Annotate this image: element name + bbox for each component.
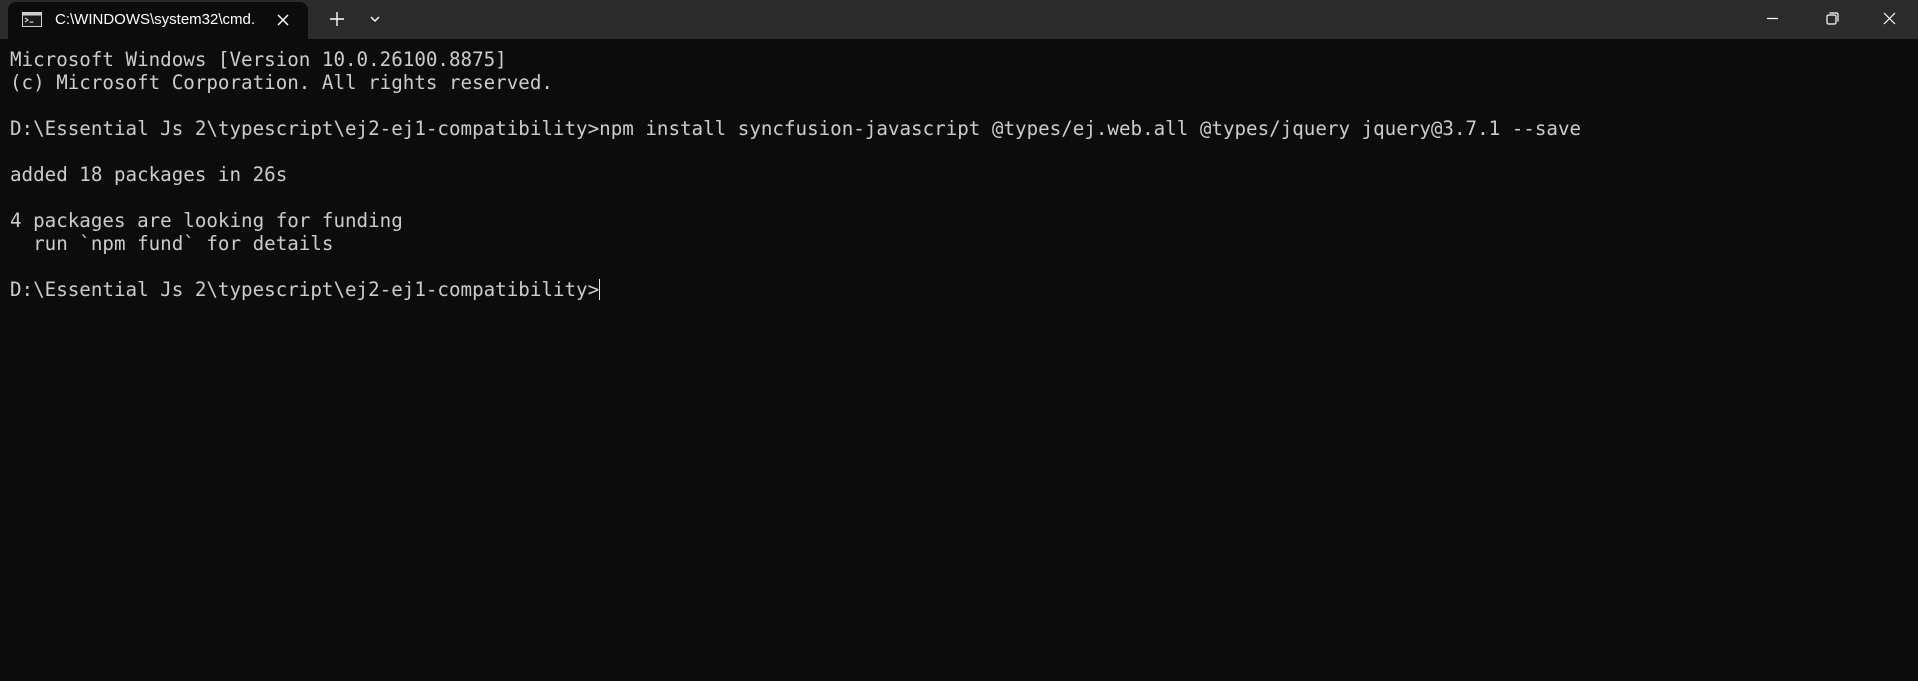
minimize-button[interactable] xyxy=(1745,0,1803,38)
terminal-line: 4 packages are looking for funding xyxy=(10,209,403,232)
terminal-line: Microsoft Windows [Version 10.0.26100.88… xyxy=(10,48,507,71)
tab-title: C:\WINDOWS\system32\cmd. xyxy=(55,11,256,28)
terminal-line: D:\Essential Js 2\typescript\ej2-ej1-com… xyxy=(10,117,1582,140)
tab-cmd[interactable]: C:\WINDOWS\system32\cmd. xyxy=(8,2,308,39)
restore-icon xyxy=(1826,12,1839,25)
minimize-icon xyxy=(1767,17,1778,20)
close-icon xyxy=(1883,12,1896,25)
command-prompt: D:\Essential Js 2\typescript\ej2-ej1-com… xyxy=(10,278,600,301)
terminal-icon xyxy=(22,12,42,27)
title-bar[interactable]: C:\WINDOWS\system32\cmd. xyxy=(0,0,1918,39)
plus-icon[interactable] xyxy=(324,6,350,32)
prompt-line[interactable]: D:\Essential Js 2\typescript\ej2-ej1-com… xyxy=(10,278,1910,301)
terminal-window: C:\WINDOWS\system32\cmd. Microsoft Windo… xyxy=(0,0,1918,681)
terminal-line: added 18 packages in 26s xyxy=(10,163,288,186)
text-cursor xyxy=(599,279,601,300)
chevron-down-icon[interactable] xyxy=(362,6,388,32)
restore-button[interactable] xyxy=(1803,0,1861,38)
close-tab-icon[interactable] xyxy=(272,9,294,31)
terminal-output[interactable]: Microsoft Windows [Version 10.0.26100.88… xyxy=(10,48,1910,673)
terminal-line: (c) Microsoft Corporation. All rights re… xyxy=(10,71,553,94)
close-window-button[interactable] xyxy=(1861,0,1918,38)
terminal-line: run `npm fund` for details xyxy=(10,232,334,255)
